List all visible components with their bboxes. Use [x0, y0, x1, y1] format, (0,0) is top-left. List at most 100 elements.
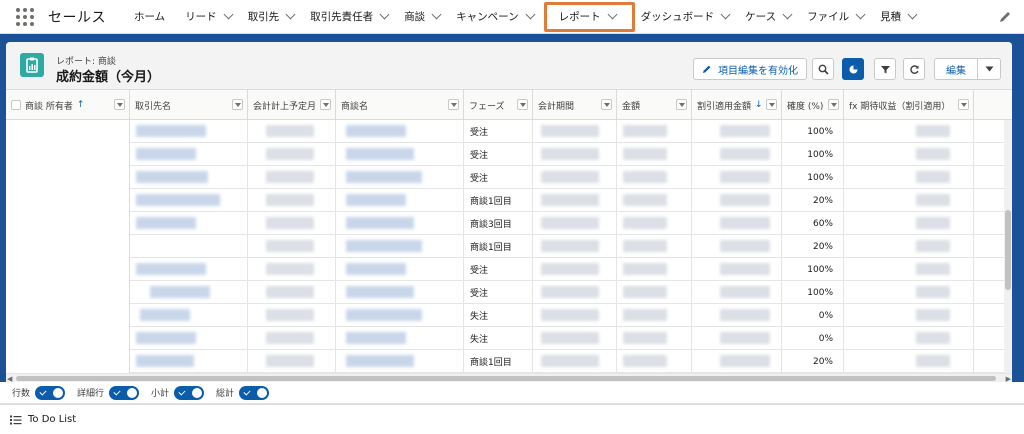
table-row[interactable]: 失注 0% [130, 304, 1005, 327]
redacted-cell [844, 304, 974, 327]
table-row[interactable]: 商談3回目 60% [130, 212, 1005, 235]
nav-tab-7[interactable]: ダッシュボード [635, 3, 740, 31]
nav-tab-6[interactable]: レポート [543, 1, 635, 32]
table-row[interactable]: 受注 100% [130, 166, 1005, 189]
toggle-switch[interactable] [109, 385, 140, 400]
nav-tab-8[interactable]: ケース [739, 3, 801, 31]
redacted-cell [692, 143, 782, 166]
probability-cell: 20% [782, 189, 844, 212]
nav-tab-2[interactable]: 取引先 [242, 3, 305, 31]
chart-toggle-button[interactable] [842, 58, 864, 80]
app-launcher-icon[interactable] [16, 7, 34, 26]
refresh-button[interactable] [903, 58, 925, 80]
redacted-value [916, 309, 950, 321]
nav-tab-10[interactable]: 見積 [874, 3, 926, 31]
table-row[interactable]: 受注 100% [130, 120, 1005, 143]
column-header-9[interactable]: fx 期待収益（割引適用） [844, 90, 974, 120]
redacted-value [346, 125, 406, 137]
search-button[interactable] [812, 58, 834, 80]
redacted-cell [336, 235, 464, 258]
redacted-value [916, 125, 950, 137]
nav-tab-5[interactable]: キャンペーン [450, 3, 543, 31]
column-header-2[interactable]: 会計計上予定月 [248, 90, 336, 120]
chevron-down-icon[interactable] [431, 9, 442, 20]
redacted-cell [248, 350, 336, 373]
column-header-0[interactable]: 商談 所有者 ↑ [6, 90, 130, 120]
redacted-value [916, 240, 950, 252]
redacted-value [136, 125, 206, 137]
table-row[interactable]: 受注 100% [130, 143, 1005, 166]
table-row[interactable]: 商談1回目 20% [130, 350, 1005, 373]
horizontal-scrollbar[interactable]: ◀ ▶ [6, 373, 1012, 383]
toggle-switch[interactable] [239, 385, 270, 400]
chevron-down-icon[interactable] [525, 9, 536, 20]
column-header-label: 商談 所有者 [25, 101, 73, 112]
nav-tab-3[interactable]: 取引先責任者 [304, 3, 398, 31]
chevron-down-icon[interactable] [379, 9, 390, 20]
column-menu-icon[interactable] [676, 99, 687, 110]
column-header-6[interactable]: 金額 [617, 90, 692, 120]
nav-tab-0[interactable]: ホーム [128, 3, 179, 31]
column-header-1[interactable]: 取引先名 [130, 90, 248, 120]
redacted-value [266, 148, 314, 160]
column-menu-icon[interactable] [448, 99, 459, 110]
column-header-7[interactable]: 割引適用金額 ↓ [692, 90, 782, 120]
column-header-label: フェーズ [469, 101, 505, 112]
nav-tab-1[interactable]: リード [179, 3, 242, 31]
chevron-down-icon[interactable] [782, 9, 793, 20]
column-header-8[interactable]: 確度 (%) [782, 90, 844, 120]
select-all-checkbox[interactable] [11, 100, 21, 110]
enable-field-edit-label: 項目編集を有効化 [718, 65, 798, 77]
table-row[interactable]: 受注 100% [130, 258, 1005, 281]
chevron-down-icon[interactable] [223, 9, 234, 20]
filter-button[interactable] [874, 58, 896, 80]
redacted-cell [692, 350, 782, 373]
chevron-down-icon[interactable] [285, 9, 296, 20]
todo-list-button[interactable]: To Do List [28, 414, 76, 425]
table-row[interactable]: 受注 100% [130, 281, 1005, 304]
column-menu-icon[interactable] [517, 99, 528, 110]
table-row[interactable]: 商談1回目 20% [130, 189, 1005, 212]
table-row[interactable]: 失注 0% [130, 327, 1005, 350]
chevron-down-icon[interactable] [607, 9, 618, 20]
redacted-value [916, 263, 950, 275]
enable-field-edit-button[interactable]: 項目編集を有効化 [693, 58, 807, 80]
column-menu-icon[interactable] [828, 99, 839, 110]
column-menu-icon[interactable] [601, 99, 612, 110]
column-menu-icon[interactable] [958, 99, 969, 110]
column-header-3[interactable]: 商談名 [336, 90, 464, 120]
redacted-cell [130, 212, 248, 235]
column-header-4[interactable]: フェーズ [464, 90, 533, 120]
chevron-down-icon[interactable] [855, 9, 866, 20]
toggle-switch[interactable] [35, 385, 66, 400]
table-row[interactable]: 商談1回目 20% [130, 235, 1005, 258]
redacted-value [541, 240, 599, 252]
redacted-cell [336, 189, 464, 212]
redacted-value [541, 148, 599, 160]
filter-icon [880, 65, 890, 73]
nav-tab-4[interactable]: 商談 [398, 3, 450, 31]
chevron-down-icon[interactable] [720, 9, 731, 20]
nav-tab-9[interactable]: ファイル [801, 3, 874, 31]
column-menu-icon[interactable] [232, 99, 243, 110]
redacted-cell [248, 143, 336, 166]
sort-arrow-icon[interactable]: ↓ [755, 100, 763, 110]
redacted-cell [130, 120, 248, 143]
column-menu-icon[interactable] [114, 99, 125, 110]
sort-arrow-icon[interactable]: ↑ [77, 100, 85, 110]
redacted-value [916, 217, 950, 229]
redacted-value [346, 309, 422, 321]
toggle-switch[interactable] [174, 385, 205, 400]
chevron-down-icon[interactable] [907, 9, 918, 20]
edit-nav-icon[interactable] [998, 10, 1012, 24]
column-menu-icon[interactable] [766, 99, 777, 110]
column-header-5[interactable]: 会計期間 [533, 90, 617, 120]
column-menu-icon[interactable] [320, 99, 331, 110]
vertical-scrollbar[interactable] [1004, 120, 1012, 373]
edit-report-button[interactable]: 編集 [934, 58, 978, 80]
report-title: 成約金額（今月） [56, 70, 161, 85]
redacted-value [266, 309, 314, 321]
redacted-value [136, 263, 206, 275]
more-actions-button[interactable] [977, 58, 1001, 80]
redacted-cell [336, 350, 464, 373]
